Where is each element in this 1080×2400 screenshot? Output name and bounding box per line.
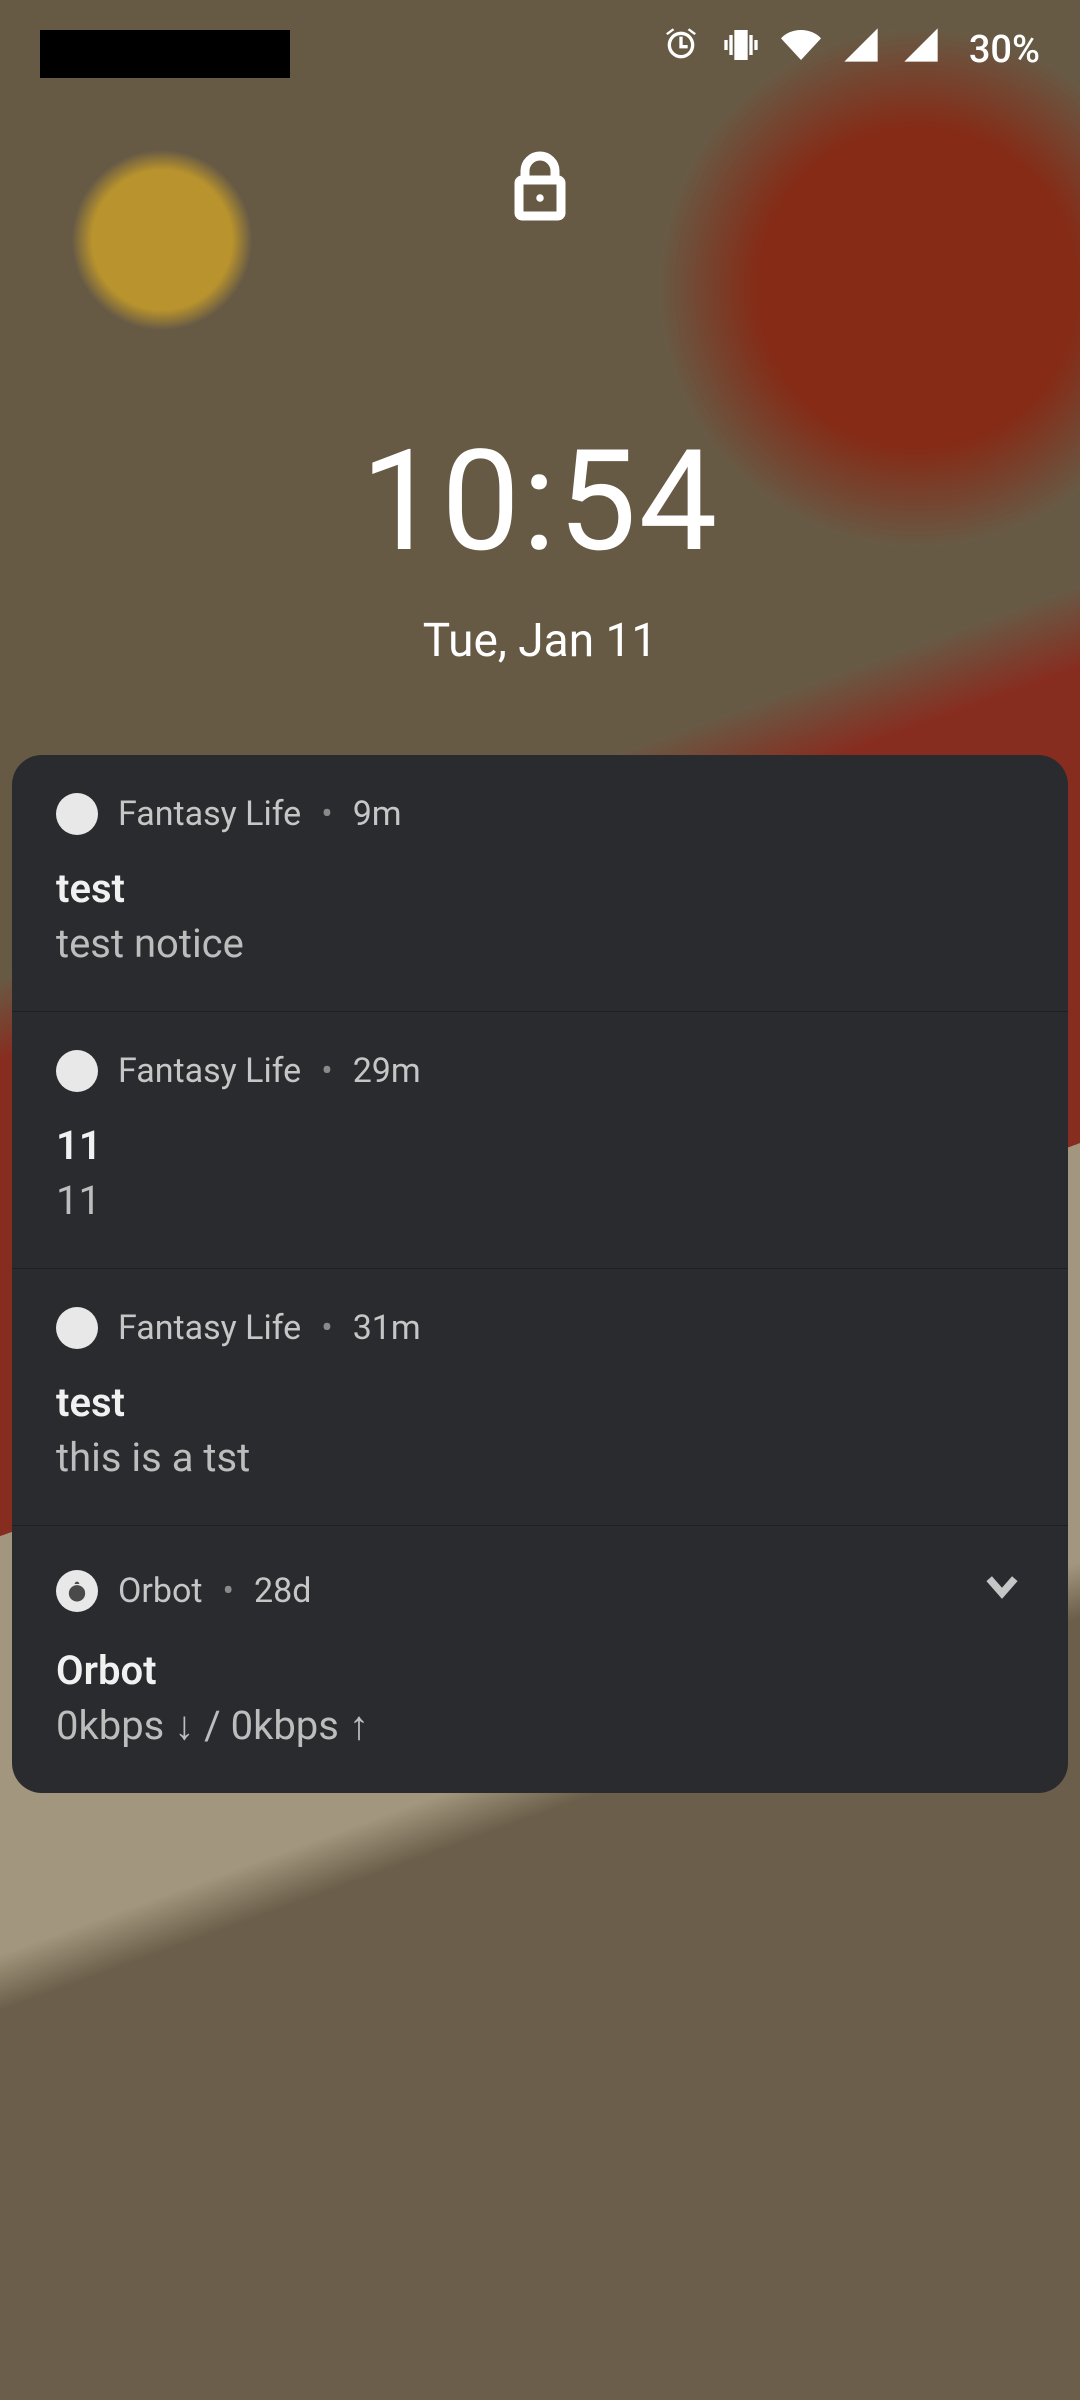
lockscreen: 30% 10:54 Tue, Jan 11 Fantasy Life • 9m … bbox=[0, 0, 1080, 2400]
notification-body: this is a tst bbox=[56, 1434, 1024, 1481]
notification-title: Orbot bbox=[56, 1647, 1024, 1694]
notification-title: 11 bbox=[56, 1122, 1024, 1169]
signal-icon bbox=[901, 25, 941, 75]
battery-percent: 30% bbox=[969, 28, 1040, 72]
separator-dot: • bbox=[321, 1308, 332, 1348]
notification-body: test notice bbox=[56, 920, 1024, 967]
status-bar: 30% bbox=[0, 0, 1080, 100]
vibrate-icon bbox=[721, 25, 761, 75]
separator-dot: • bbox=[321, 1051, 332, 1091]
chevron-down-icon bbox=[980, 1577, 1024, 1617]
clock-date: Tue, Jan 11 bbox=[0, 614, 1080, 668]
app-icon bbox=[56, 1307, 98, 1349]
notification-app-name: Fantasy Life bbox=[118, 1308, 301, 1348]
status-icons-right: 30% bbox=[661, 25, 1040, 75]
lock-icon bbox=[508, 150, 572, 226]
app-icon bbox=[56, 793, 98, 835]
notification-body: 0kbps ↓ / 0kbps ↑ bbox=[56, 1702, 1024, 1749]
notification-age: 31m bbox=[353, 1308, 421, 1348]
clock-time: 10:54 bbox=[0, 420, 1080, 584]
notification-age: 28d bbox=[254, 1571, 311, 1611]
separator-dot: • bbox=[223, 1571, 234, 1611]
orbot-icon bbox=[56, 1570, 98, 1612]
notification-app-name: Fantasy Life bbox=[118, 794, 301, 834]
notification-title: test bbox=[56, 1379, 1024, 1426]
alarm-icon bbox=[661, 25, 701, 75]
expand-button[interactable] bbox=[980, 1564, 1024, 1617]
notification-card[interactable]: Fantasy Life • 29m 11 11 bbox=[12, 1012, 1068, 1269]
notification-card[interactable]: Fantasy Life • 9m test test notice bbox=[12, 755, 1068, 1012]
clock-area: 10:54 Tue, Jan 11 bbox=[0, 420, 1080, 668]
notification-body: 11 bbox=[56, 1177, 1024, 1224]
notification-age: 9m bbox=[353, 794, 402, 834]
notification-age: 29m bbox=[353, 1051, 421, 1091]
lock-indicator bbox=[0, 150, 1080, 226]
notification-app-name: Fantasy Life bbox=[118, 1051, 301, 1091]
notification-app-name: Orbot bbox=[118, 1571, 203, 1611]
status-bar-redaction bbox=[40, 30, 290, 78]
notification-card[interactable]: Orbot • 28d Orbot 0kbps ↓ / 0kbps ↑ bbox=[12, 1526, 1068, 1793]
wifi-icon bbox=[781, 25, 821, 75]
notification-title: test bbox=[56, 865, 1024, 912]
signal-icon bbox=[841, 25, 881, 75]
separator-dot: • bbox=[321, 794, 332, 834]
app-icon bbox=[56, 1050, 98, 1092]
notification-stack[interactable]: Fantasy Life • 9m test test notice Fanta… bbox=[12, 755, 1068, 1793]
notification-card[interactable]: Fantasy Life • 31m test this is a tst bbox=[12, 1269, 1068, 1526]
